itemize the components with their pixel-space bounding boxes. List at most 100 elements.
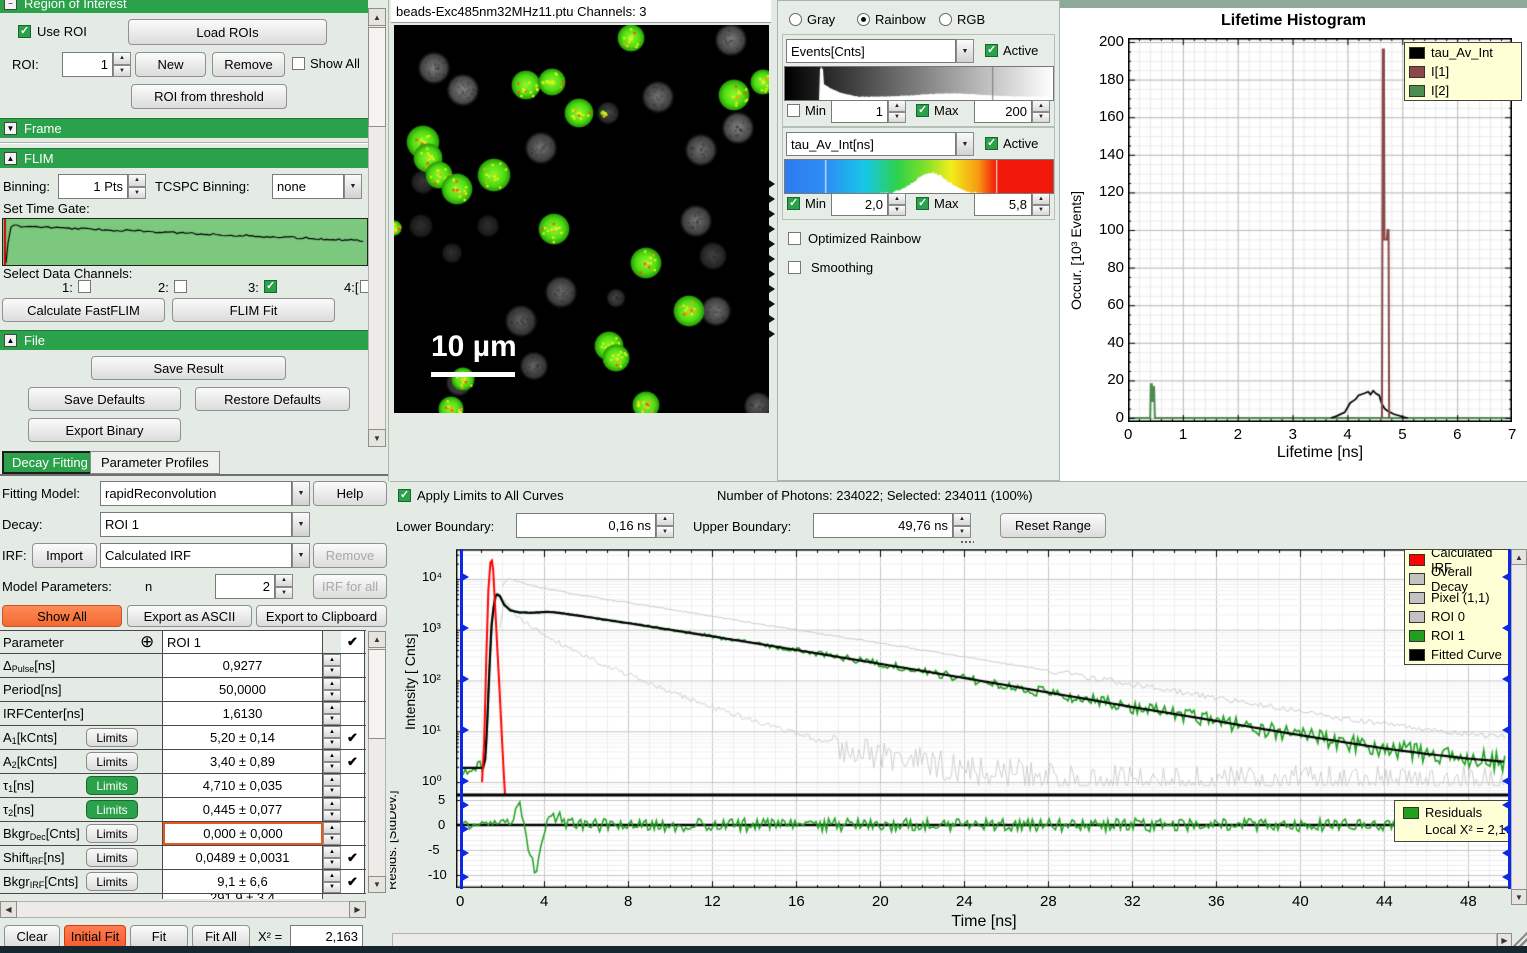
parameter-stepper[interactable]: ▲▼ bbox=[323, 750, 341, 773]
limits-button[interactable]: Limits bbox=[86, 776, 138, 795]
cursor-handle-icon[interactable] bbox=[462, 675, 469, 683]
irf-import-button[interactable]: Import bbox=[32, 543, 97, 568]
parameter-fixed-check[interactable] bbox=[341, 678, 365, 701]
lower-boundary-stepper[interactable]: ▲▼ bbox=[656, 513, 674, 538]
parameter-fixed-check[interactable]: ✔ bbox=[341, 750, 365, 773]
parameter-fixed-check[interactable] bbox=[341, 822, 365, 845]
restore-defaults-button[interactable]: Restore Defaults bbox=[195, 387, 350, 411]
cursor-handle-icon[interactable] bbox=[1502, 849, 1509, 857]
decay-select[interactable]: ROI 1 bbox=[100, 512, 292, 537]
show-all-checkbox[interactable] bbox=[292, 57, 305, 70]
parameter-stepper[interactable]: ▲▼ bbox=[323, 822, 341, 845]
parameter-stepper[interactable]: ▲▼ bbox=[323, 654, 341, 677]
irf-for-all-button[interactable]: IRF for all bbox=[313, 574, 387, 599]
cursor-handle-icon[interactable] bbox=[462, 873, 469, 881]
channel-1-checkbox[interactable] bbox=[78, 280, 91, 293]
help-button[interactable]: Help bbox=[313, 481, 387, 506]
limits-button[interactable]: Limits bbox=[86, 728, 138, 747]
collapse-flim-button[interactable]: ▲ bbox=[4, 152, 17, 165]
show-all-button[interactable]: Show All bbox=[2, 605, 122, 627]
panel-splitter[interactable] bbox=[768, 0, 777, 481]
tau-active-checkbox[interactable] bbox=[985, 137, 998, 150]
decay-scroll-right[interactable]: ▶ bbox=[1497, 933, 1512, 946]
parameter-value-field[interactable]: 0,0489 ± 0,0031 bbox=[163, 846, 323, 869]
parameter-stepper[interactable]: ▲▼ bbox=[323, 726, 341, 749]
irf-select[interactable]: Calculated IRF bbox=[100, 543, 292, 568]
parameter-fixed-check[interactable] bbox=[341, 702, 365, 725]
up-arrow-icon[interactable]: ▲ bbox=[275, 574, 293, 587]
irf-dropdown-button[interactable]: ▼ bbox=[292, 543, 310, 568]
fit-all-button[interactable]: Fit All bbox=[192, 925, 250, 946]
roi-remove-button[interactable]: Remove bbox=[212, 52, 285, 77]
table-scroll-down[interactable]: ▼ bbox=[368, 876, 386, 893]
lower-boundary-field[interactable]: 0,16 ns bbox=[516, 513, 656, 538]
n-field[interactable]: 2 bbox=[215, 574, 275, 599]
cursor-handle-icon[interactable] bbox=[462, 726, 469, 734]
decay-vscrollbar[interactable] bbox=[1511, 549, 1527, 905]
gray-radio[interactable] bbox=[789, 13, 802, 26]
up-arrow-icon[interactable]: ▲ bbox=[113, 52, 131, 65]
binning-field[interactable]: 1 Pts bbox=[58, 174, 128, 199]
fitting-model-dropdown-button[interactable]: ▼ bbox=[292, 481, 310, 506]
lower-boundary-cursor[interactable] bbox=[460, 549, 463, 889]
globe-icon[interactable]: ⊕ bbox=[140, 632, 154, 652]
column-header-check[interactable]: ✔ bbox=[341, 631, 365, 653]
scroll-down-button[interactable]: ▼ bbox=[368, 429, 386, 447]
parameter-stepper[interactable]: ▲▼ bbox=[323, 846, 341, 869]
parameter-stepper[interactable]: ▲▼ bbox=[323, 870, 341, 893]
initial-fit-button[interactable]: Initial Fit bbox=[64, 925, 126, 946]
parameter-value-field[interactable]: 0,9277 bbox=[163, 654, 323, 677]
parameter-value-field[interactable]: 3,40 ± 0,89 bbox=[163, 750, 323, 773]
events-min-stepper[interactable]: ▲▼ bbox=[888, 100, 906, 123]
parameter-value-field[interactable]: 9,1 ± 6,6 bbox=[163, 870, 323, 893]
cursor-handle-icon[interactable] bbox=[462, 777, 469, 785]
events-max-field[interactable]: 200 bbox=[974, 100, 1032, 123]
tcspc-dropdown-button[interactable]: ▼ bbox=[344, 174, 362, 199]
cursor-handle-icon[interactable] bbox=[1502, 726, 1509, 734]
up-arrow-icon[interactable]: ▲ bbox=[128, 174, 146, 187]
table-scrollbar-thumb[interactable] bbox=[368, 649, 386, 739]
events-min-field[interactable]: 1 bbox=[831, 100, 888, 123]
cursor-handle-icon[interactable] bbox=[462, 573, 469, 581]
tau-select[interactable]: tau_Av_Int[ns] bbox=[786, 132, 956, 156]
tau-max-checkbox[interactable] bbox=[916, 197, 929, 210]
events-dropdown-button[interactable]: ▼ bbox=[956, 39, 974, 63]
cursor-handle-icon[interactable] bbox=[1502, 624, 1509, 632]
parameter-fixed-check[interactable] bbox=[341, 774, 365, 797]
parameter-value-field[interactable]: 0,445 ± 0,077 bbox=[163, 798, 323, 821]
tau-histogram[interactable] bbox=[784, 159, 1054, 194]
time-gate-plot[interactable] bbox=[2, 218, 368, 266]
fit-button[interactable]: Fit bbox=[130, 925, 188, 946]
events-histogram[interactable] bbox=[784, 66, 1054, 101]
tau-min-checkbox[interactable] bbox=[787, 197, 800, 210]
limits-button[interactable]: Limits bbox=[86, 824, 138, 843]
limits-button[interactable]: Limits bbox=[86, 752, 138, 771]
calculate-fastflim-button[interactable]: Calculate FastFLIM bbox=[2, 298, 165, 322]
events-max-checkbox[interactable] bbox=[916, 104, 929, 117]
n-stepper[interactable]: ▲▼ bbox=[275, 574, 293, 599]
clear-button[interactable]: Clear bbox=[4, 925, 60, 946]
collapse-file-button[interactable]: ▲ bbox=[4, 334, 17, 347]
events-min-checkbox[interactable] bbox=[787, 104, 800, 117]
channel-2-checkbox[interactable] bbox=[174, 280, 187, 293]
cursor-handle-icon[interactable] bbox=[462, 849, 469, 857]
tau-min-field[interactable]: 2,0 bbox=[831, 193, 888, 216]
cursor-handle-icon[interactable] bbox=[1502, 573, 1509, 581]
decay-dropdown-button[interactable]: ▼ bbox=[292, 512, 310, 537]
decay-hscrollbar[interactable] bbox=[392, 933, 1497, 946]
events-active-checkbox[interactable] bbox=[985, 44, 998, 57]
binning-stepper[interactable]: ▲▼ bbox=[128, 174, 146, 199]
parameter-value-field[interactable]: 5,20 ± 0,14 bbox=[163, 726, 323, 749]
parameter-fixed-check[interactable] bbox=[341, 654, 365, 677]
cursor-handle-icon[interactable] bbox=[1502, 873, 1509, 881]
upper-boundary-stepper[interactable]: ▲▼ bbox=[953, 513, 971, 538]
roi-number-field[interactable]: 1 bbox=[62, 52, 113, 77]
load-rois-button[interactable]: Load ROIs bbox=[128, 19, 327, 45]
tab-parameter-profiles[interactable]: Parameter Profiles bbox=[90, 451, 220, 474]
reset-range-button[interactable]: Reset Range bbox=[1000, 513, 1106, 538]
tau-min-stepper[interactable]: ▲▼ bbox=[888, 193, 906, 216]
tau-max-stepper[interactable]: ▲▼ bbox=[1032, 193, 1050, 216]
down-arrow-icon[interactable]: ▼ bbox=[275, 587, 293, 600]
down-arrow-icon[interactable]: ▼ bbox=[128, 187, 146, 200]
parameter-stepper[interactable]: ▲▼ bbox=[323, 774, 341, 797]
